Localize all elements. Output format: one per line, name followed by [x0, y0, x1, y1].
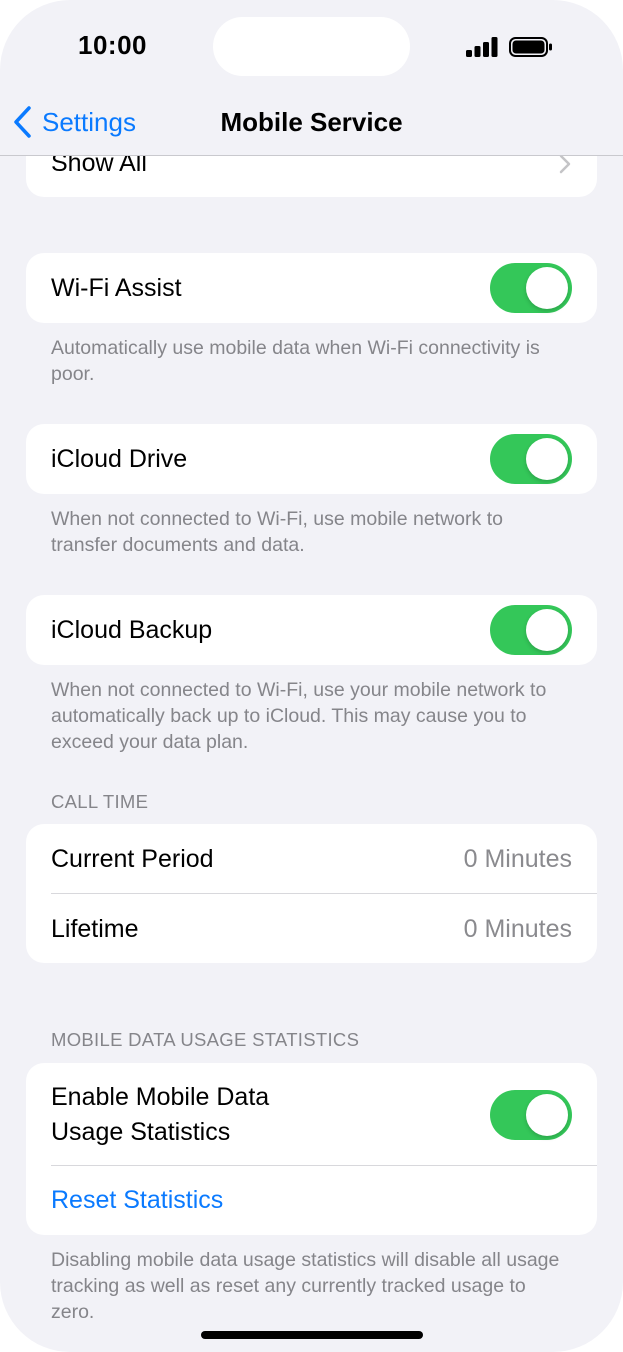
icloud-backup-row: iCloud Backup: [26, 595, 597, 665]
lifetime-value: 0 Minutes: [463, 914, 572, 943]
icloud-drive-row: iCloud Drive: [26, 424, 597, 494]
page-title: Mobile Service: [220, 107, 403, 137]
toggle-knob: [526, 438, 568, 480]
wifi-assist-card: Wi-Fi Assist: [26, 253, 597, 323]
wifi-assist-footnote: Automatically use mobile data when Wi-Fi…: [51, 337, 540, 385]
toggle-knob: [526, 267, 568, 309]
enable-usage-stats-row: Enable Mobile Data Usage Statistics: [26, 1063, 597, 1166]
icloud-backup-label: iCloud Backup: [51, 615, 213, 644]
enable-usage-stats-toggle[interactable]: [490, 1089, 572, 1140]
reset-statistics-row[interactable]: Reset Statistics: [26, 1166, 597, 1235]
icloud-drive-card: iCloud Drive: [26, 424, 597, 494]
navigation-bar: Settings Mobile Service: [0, 90, 623, 156]
toggle-knob: [526, 609, 568, 651]
wifi-assist-row: Wi-Fi Assist: [26, 253, 597, 323]
usage-stats-header: MOBILE DATA USAGE STATISTICS: [51, 1029, 360, 1050]
current-period-row: Current Period 0 Minutes: [26, 824, 597, 894]
call-time-card: Current Period 0 Minutes Lifetime 0 Minu…: [26, 824, 597, 963]
current-period-label: Current Period: [51, 844, 214, 873]
usage-stats-footnote: Disabling mobile data usage statistics w…: [51, 1249, 560, 1323]
settings-list[interactable]: Show All Wi-Fi Assist Automatically use …: [0, 0, 623, 1352]
icloud-backup-footnote: When not connected to Wi-Fi, use your mo…: [51, 679, 547, 753]
icloud-backup-toggle[interactable]: [490, 605, 572, 655]
enable-usage-stats-label-line1: Enable Mobile Data: [51, 1082, 270, 1111]
toggle-knob: [526, 1093, 568, 1136]
current-period-value: 0 Minutes: [463, 844, 572, 873]
usage-stats-card: Enable Mobile Data Usage Statistics Rese…: [26, 1063, 597, 1235]
home-indicator[interactable]: [201, 1331, 423, 1339]
icloud-drive-label: iCloud Drive: [51, 444, 188, 473]
icloud-backup-card: iCloud Backup: [26, 595, 597, 665]
wifi-assist-toggle[interactable]: [490, 263, 572, 313]
icloud-drive-footnote: When not connected to Wi-Fi, use mobile …: [51, 508, 503, 556]
phone-screen: 10:00 Settings Mobile Service Show All W…: [0, 0, 623, 1352]
enable-usage-stats-label-line2: Usage Statistics: [51, 1117, 231, 1146]
enable-usage-stats-label: Enable Mobile Data Usage Statistics: [51, 1080, 269, 1150]
call-time-header: CALL TIME: [51, 791, 149, 812]
reset-statistics-button[interactable]: Reset Statistics: [51, 1186, 223, 1215]
wifi-assist-label: Wi-Fi Assist: [51, 273, 182, 302]
icloud-drive-toggle[interactable]: [490, 434, 572, 484]
lifetime-label: Lifetime: [51, 914, 139, 943]
lifetime-row: Lifetime 0 Minutes: [26, 894, 597, 963]
